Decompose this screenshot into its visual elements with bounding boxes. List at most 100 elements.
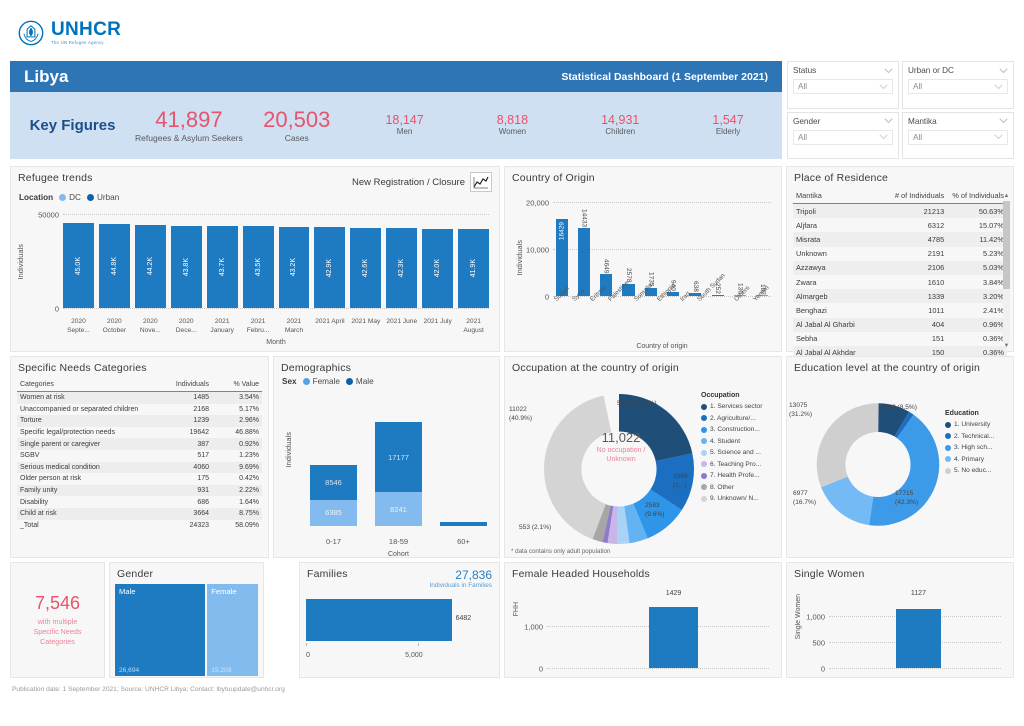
fhh-bar[interactable] bbox=[649, 607, 698, 668]
legend-item[interactable]: 2. Agriculture/... bbox=[701, 415, 762, 422]
chevron-down-icon[interactable] bbox=[999, 118, 1008, 124]
chevron-down-icon[interactable] bbox=[884, 118, 893, 124]
filter-value-dropdown[interactable]: All bbox=[908, 79, 1008, 94]
bar-column[interactable]: 44.8K bbox=[98, 214, 130, 308]
legend-item[interactable]: 3. Construction... bbox=[701, 426, 762, 433]
bar-column[interactable]: 14433 bbox=[575, 202, 592, 296]
column-header-individuals[interactable]: Individuals bbox=[164, 381, 213, 388]
filter-mantika[interactable]: Mantika All bbox=[902, 111, 1014, 159]
scroll-up-arrow[interactable]: ▲ bbox=[1003, 193, 1010, 199]
table-row[interactable]: Unknown 2191 5.23% bbox=[793, 247, 1007, 261]
bar-column[interactable]: 43.2K bbox=[278, 214, 310, 308]
chevron-down-icon[interactable] bbox=[884, 67, 893, 74]
table-row[interactable]: Almargeb 1339 3.20% bbox=[793, 289, 1007, 304]
bar-column[interactable]: 4649 bbox=[598, 202, 615, 296]
bar-column[interactable]: 44.2K bbox=[134, 214, 166, 308]
bar-column-60plus[interactable] bbox=[440, 420, 487, 526]
table-row[interactable]: Azzawya 2106 5.03% bbox=[793, 260, 1007, 275]
bar-column[interactable]: 41.9K bbox=[458, 214, 490, 308]
bar-column[interactable]: 42.0K bbox=[422, 214, 454, 308]
legend-item-urban[interactable]: Urban bbox=[86, 193, 119, 202]
table-row[interactable]: Tripoli 21213 50.63% bbox=[793, 204, 1007, 219]
table-row[interactable]: Unaccompanied or separated children 2168 5… bbox=[17, 404, 262, 416]
bar-column[interactable]: 42.3K bbox=[386, 214, 418, 308]
vertical-scrollbar[interactable] bbox=[1003, 201, 1010, 343]
chevron-down-icon[interactable] bbox=[999, 67, 1008, 74]
legend-item-dc[interactable]: DC bbox=[59, 193, 81, 202]
bar-column[interactable]: 45.0K bbox=[63, 214, 94, 308]
bar-column-0-17[interactable]: 8546 6385 bbox=[310, 420, 357, 526]
bar-column[interactable]: 107 bbox=[754, 202, 771, 296]
table-row[interactable]: Child at risk 3664 8.75% bbox=[17, 507, 262, 520]
scroll-down-arrow[interactable]: ▼ bbox=[1003, 343, 1010, 349]
column-header-pct[interactable]: % of Individuals bbox=[949, 191, 1007, 200]
education-donut-chart[interactable] bbox=[813, 402, 943, 527]
line-chart-icon[interactable] bbox=[470, 172, 492, 192]
table-row[interactable]: Sebha 151 0.36% bbox=[793, 332, 1007, 346]
bar-column[interactable]: 43.7K bbox=[206, 214, 238, 308]
filter-value-dropdown[interactable]: All bbox=[908, 129, 1008, 145]
column-header-pct[interactable]: % Value bbox=[213, 381, 262, 388]
legend-item[interactable]: 5. Science and ... bbox=[701, 449, 762, 456]
bar-column[interactable]: 1735 bbox=[642, 202, 659, 296]
table-row[interactable]: Aljfara 6312 15.07% bbox=[793, 218, 1007, 232]
single-women-bar[interactable] bbox=[896, 608, 941, 668]
legend-item-male[interactable]: Male bbox=[345, 377, 374, 386]
occupation-donut-chart[interactable] bbox=[539, 394, 699, 544]
scrollbar-thumb[interactable] bbox=[1003, 201, 1010, 290]
column-header-individuals[interactable]: # of Individuals bbox=[891, 191, 949, 200]
filter-status[interactable]: Status All bbox=[787, 61, 899, 109]
table-row[interactable]: Misrata 4785 11.42% bbox=[793, 232, 1007, 247]
bar-segment-male[interactable]: 8546 bbox=[310, 464, 357, 500]
legend-item[interactable]: 2. Technical... bbox=[945, 433, 994, 440]
bar-column-18-59[interactable]: 17177 8241 bbox=[375, 420, 422, 526]
chevron-down-icon[interactable] bbox=[994, 83, 1003, 90]
bar-segment-male[interactable] bbox=[440, 521, 487, 526]
column-header-mantika[interactable]: Mantika bbox=[793, 191, 891, 200]
chevron-down-icon[interactable] bbox=[994, 134, 1003, 140]
bar-column[interactable]: 42.6K bbox=[350, 214, 382, 308]
table-row[interactable]: Al Jabal Al Gharbi 404 0.96% bbox=[793, 317, 1007, 332]
table-row[interactable]: Older person at risk 175 0.42% bbox=[17, 473, 262, 485]
treemap-cell-female[interactable]: Female 15,203 bbox=[207, 584, 258, 676]
families-bar[interactable] bbox=[306, 599, 452, 641]
table-row[interactable]: Zwara 1610 3.84% bbox=[793, 275, 1007, 289]
chevron-down-icon[interactable] bbox=[879, 134, 888, 140]
table-row[interactable]: Benghazi 1011 2.41% bbox=[793, 303, 1007, 317]
filter-urban-or-dc[interactable]: Urban or DC All bbox=[902, 61, 1014, 109]
filter-value-dropdown[interactable]: All bbox=[793, 79, 893, 94]
legend-item[interactable]: 3. High sch... bbox=[945, 444, 994, 451]
treemap-cell-male[interactable]: Male 26,694 bbox=[115, 584, 206, 676]
table-row[interactable]: Women at risk 1485 3.54% bbox=[17, 392, 262, 404]
filter-gender[interactable]: Gender All bbox=[787, 111, 899, 159]
table-row[interactable]: Disability 686 1.64% bbox=[17, 496, 262, 508]
bar-column[interactable]: 136 bbox=[731, 202, 748, 296]
legend-item[interactable]: 4. Primary bbox=[945, 456, 994, 463]
legend-item[interactable]: 6. Teaching Pro... bbox=[701, 461, 762, 468]
bar-column[interactable]: 638 bbox=[687, 202, 704, 296]
legend-item[interactable]: 9. Unknown/ N... bbox=[701, 495, 762, 502]
bar-column[interactable]: 42.9K bbox=[314, 214, 346, 308]
table-row[interactable]: Serious medical condition 4060 9.69% bbox=[17, 461, 262, 474]
bar-column[interactable]: 43.8K bbox=[170, 214, 202, 308]
table-row[interactable]: Single parent or caregiver 387 0.92% bbox=[17, 438, 262, 450]
table-row[interactable]: SGBV 517 1.23% bbox=[17, 450, 262, 462]
legend-item[interactable]: 7. Health Profe... bbox=[701, 472, 762, 479]
legend-item[interactable]: 1. Services sector bbox=[701, 403, 762, 410]
new-registration-closure-control[interactable]: New Registration / Closure bbox=[352, 167, 499, 192]
legend-item[interactable]: 8. Other bbox=[701, 484, 762, 491]
bar-segment-male[interactable]: 17177 bbox=[375, 422, 422, 493]
bar-segment-female[interactable]: 8241 bbox=[375, 492, 422, 526]
legend-item[interactable]: 5. No educ... bbox=[945, 467, 994, 474]
column-header-categories[interactable]: Categories bbox=[17, 381, 164, 388]
legend-item[interactable]: 4. Student bbox=[701, 438, 762, 445]
chevron-down-icon[interactable] bbox=[879, 83, 888, 90]
filter-value-dropdown[interactable]: All bbox=[793, 129, 893, 145]
table-row[interactable]: Specific legal/protection needs 19642 46.8… bbox=[17, 427, 262, 439]
table-row[interactable]: Family unity 931 2.22% bbox=[17, 484, 262, 497]
bar-column[interactable]: 43.5K bbox=[242, 214, 274, 308]
legend-item[interactable]: 1. University bbox=[945, 421, 994, 428]
table-row[interactable]: Torture 1239 2.96% bbox=[17, 415, 262, 427]
bar-column[interactable]: 16429 bbox=[553, 202, 570, 296]
table-row-total[interactable]: _Total 24323 58.09% bbox=[17, 520, 262, 532]
